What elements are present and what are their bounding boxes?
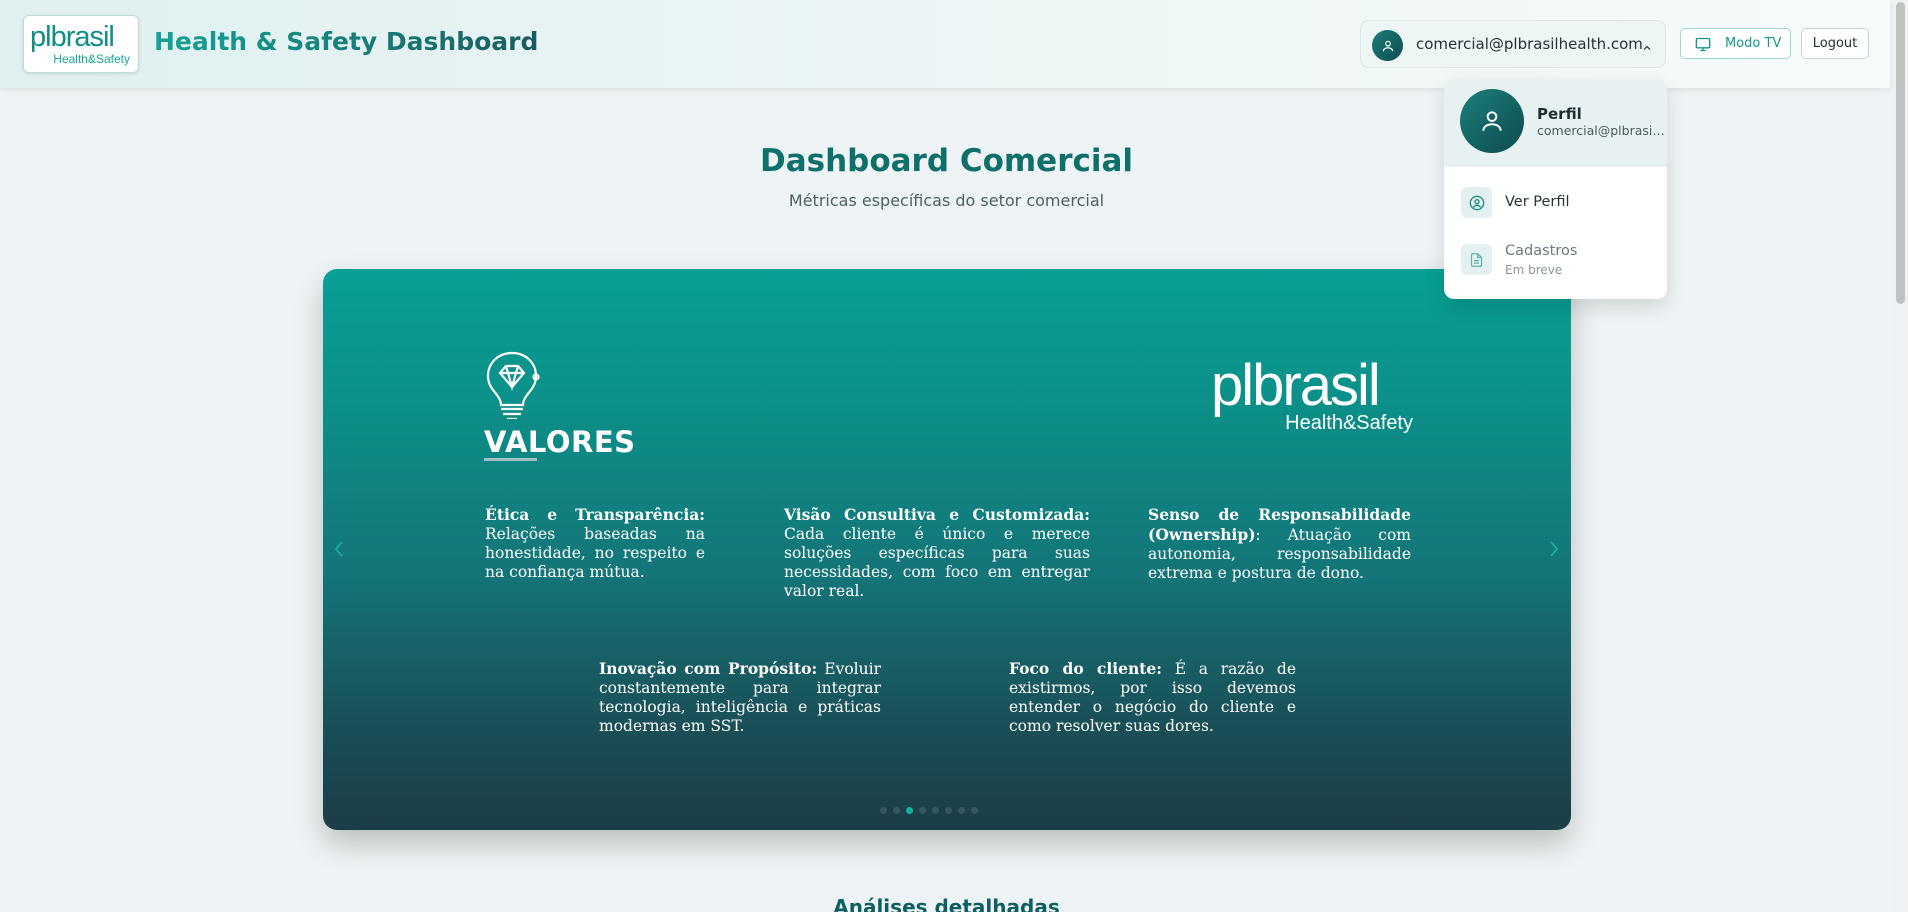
tv-mode-label: Modo TV: [1725, 36, 1782, 51]
value-title: Ética e Transparência:: [485, 505, 705, 524]
user-circle-icon: [1461, 187, 1492, 218]
carousel-dot[interactable]: [945, 807, 952, 814]
value-item: Visão Consultiva e Customizada: Cada cli…: [784, 505, 1090, 601]
value-item: Inovação com Propósito: Evoluir constant…: [599, 659, 881, 736]
carousel-dot[interactable]: [932, 807, 939, 814]
top-header: plbrasil Health&Safety Health & Safety D…: [0, 0, 1890, 88]
heading-underline: [484, 458, 537, 461]
carousel-brand-tagline: Health&Safety: [1285, 412, 1413, 434]
user-dropdown-menu: Perfil comercial@plbrasilhealth.com Ver …: [1444, 79, 1667, 299]
user-menu-button[interactable]: comercial@plbrasilhealth.com: [1360, 20, 1666, 68]
value-text: Relações baseadas na honestidade, no res…: [485, 525, 705, 581]
carousel-dot[interactable]: [958, 807, 965, 814]
logo-wordmark: plbrasil: [30, 21, 115, 53]
tv-mode-button[interactable]: Modo TV: [1680, 28, 1791, 59]
value-item: Ética e Transparência: Relações baseadas…: [485, 505, 705, 582]
value-item: Senso de Responsabilidade (Ownership): A…: [1148, 505, 1411, 583]
carousel-brand-logo: plbrasil: [1211, 353, 1381, 418]
lightbulb-diamond-icon: [482, 349, 542, 423]
carousel-dot[interactable]: [880, 807, 887, 814]
menu-item-sublabel: Em breve: [1505, 263, 1563, 277]
menu-item-label: Cadastros: [1505, 243, 1578, 259]
carousel-heading: VALORES: [484, 425, 636, 459]
value-title: Visão Consultiva e Customizada:: [784, 505, 1090, 524]
menu-item-cadastros[interactable]: Cadastros Em breve: [1444, 236, 1667, 286]
app-title: Health & Safety Dashboard: [154, 27, 539, 56]
value-title: Inovação com Propósito:: [599, 659, 818, 678]
brand-logo[interactable]: plbrasil Health&Safety: [23, 15, 139, 73]
profile-email: comercial@plbrasilhealth.com: [1537, 123, 1665, 138]
menu-item-ver-perfil[interactable]: Ver Perfil: [1444, 178, 1667, 228]
chevron-up-icon: [1641, 39, 1653, 58]
value-title: Foco do cliente:: [1009, 659, 1162, 678]
menu-item-label: Ver Perfil: [1505, 194, 1570, 210]
logout-button[interactable]: Logout: [1801, 28, 1869, 59]
user-avatar-icon: [1372, 30, 1403, 61]
chevron-left-icon[interactable]: [333, 540, 345, 562]
carousel-indicators: [880, 807, 978, 814]
scrollbar-thumb[interactable]: [1896, 2, 1905, 304]
section-title: Análises detalhadas: [833, 895, 1060, 912]
carousel-dot[interactable]: [893, 807, 900, 814]
document-icon: [1461, 244, 1492, 275]
page-scrollbar[interactable]: [1893, 0, 1908, 912]
logo-tagline: Health&Safety: [53, 52, 130, 66]
values-carousel[interactable]: VALORES plbrasil Health&Safety Ética e T…: [323, 269, 1571, 830]
dropdown-profile-header: Perfil comercial@plbrasilhealth.com: [1444, 79, 1667, 167]
profile-name: Perfil: [1537, 105, 1582, 123]
carousel-dot[interactable]: [906, 807, 913, 814]
chevron-right-icon[interactable]: [1548, 540, 1560, 562]
carousel-dot[interactable]: [971, 807, 978, 814]
monitor-icon: [1695, 37, 1711, 56]
user-email: comercial@plbrasilhealth.com: [1416, 35, 1643, 53]
profile-avatar-icon: [1460, 89, 1524, 153]
value-text: Cada cliente é único e merece soluções e…: [784, 525, 1090, 600]
value-item: Foco do cliente: É a razão de existirmos…: [1009, 659, 1296, 736]
carousel-dot[interactable]: [919, 807, 926, 814]
